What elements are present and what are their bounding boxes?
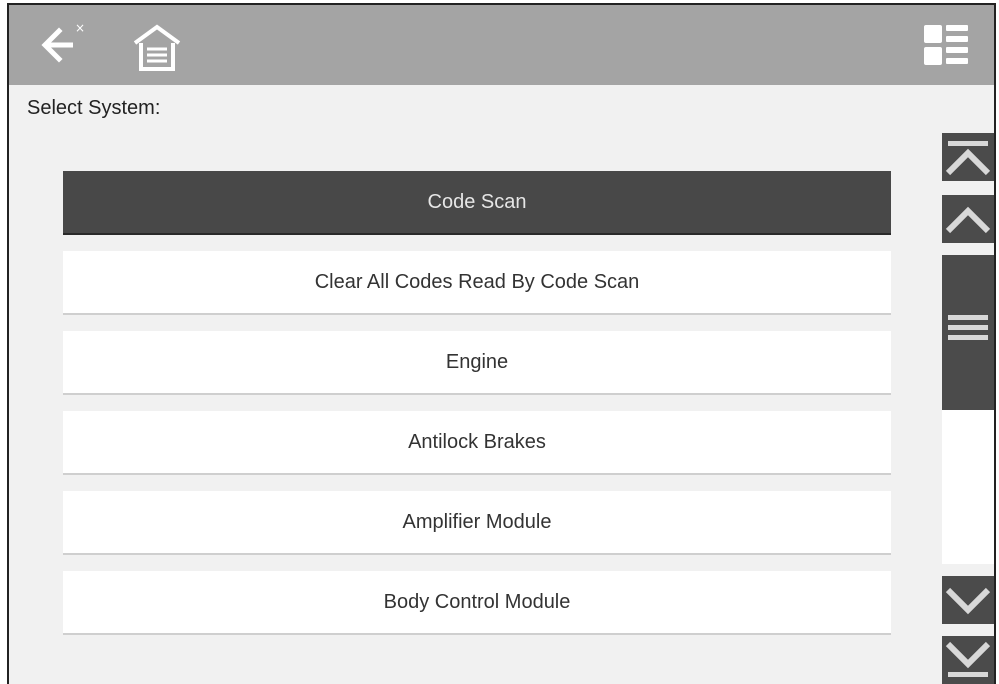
scroll-to-top-button[interactable] bbox=[942, 133, 994, 181]
scroll-up-icon bbox=[945, 206, 991, 234]
scroll-down-icon bbox=[945, 587, 991, 615]
list-item-antilock-brakes[interactable]: Antilock Brakes bbox=[63, 411, 891, 475]
list-item-engine[interactable]: Engine bbox=[63, 331, 891, 395]
list-item-code-scan[interactable]: Code Scan bbox=[63, 171, 891, 235]
scroll-to-bottom-button[interactable] bbox=[942, 636, 994, 684]
back-arrow-icon: × bbox=[41, 21, 85, 63]
scroll-to-top-icon bbox=[945, 141, 991, 176]
top-toolbar: × bbox=[9, 5, 994, 85]
view-menu-icon bbox=[924, 25, 968, 65]
scroll-up-button[interactable] bbox=[942, 195, 994, 243]
app-window: × Select System: Code Scan Clear All Cod… bbox=[7, 3, 996, 684]
scroll-to-bottom-icon bbox=[945, 641, 991, 677]
scroll-thumb-grip-icon bbox=[948, 315, 988, 340]
scroll-down-button[interactable] bbox=[942, 576, 994, 624]
svg-text:×: × bbox=[75, 21, 85, 35]
home-button[interactable] bbox=[127, 17, 187, 77]
list-item-body-control-module[interactable]: Body Control Module bbox=[63, 571, 891, 635]
scroll-thumb[interactable] bbox=[942, 255, 994, 410]
list-item-clear-all-codes[interactable]: Clear All Codes Read By Code Scan bbox=[63, 251, 891, 315]
select-system-label: Select System: bbox=[27, 97, 161, 119]
home-icon bbox=[133, 24, 181, 71]
list-item-amplifier-module[interactable]: Amplifier Module bbox=[63, 491, 891, 555]
scrollbar bbox=[942, 133, 994, 684]
back-button[interactable]: × bbox=[37, 15, 93, 75]
system-list: Code Scan Clear All Codes Read By Code S… bbox=[63, 171, 891, 651]
view-menu-button[interactable] bbox=[922, 15, 972, 75]
